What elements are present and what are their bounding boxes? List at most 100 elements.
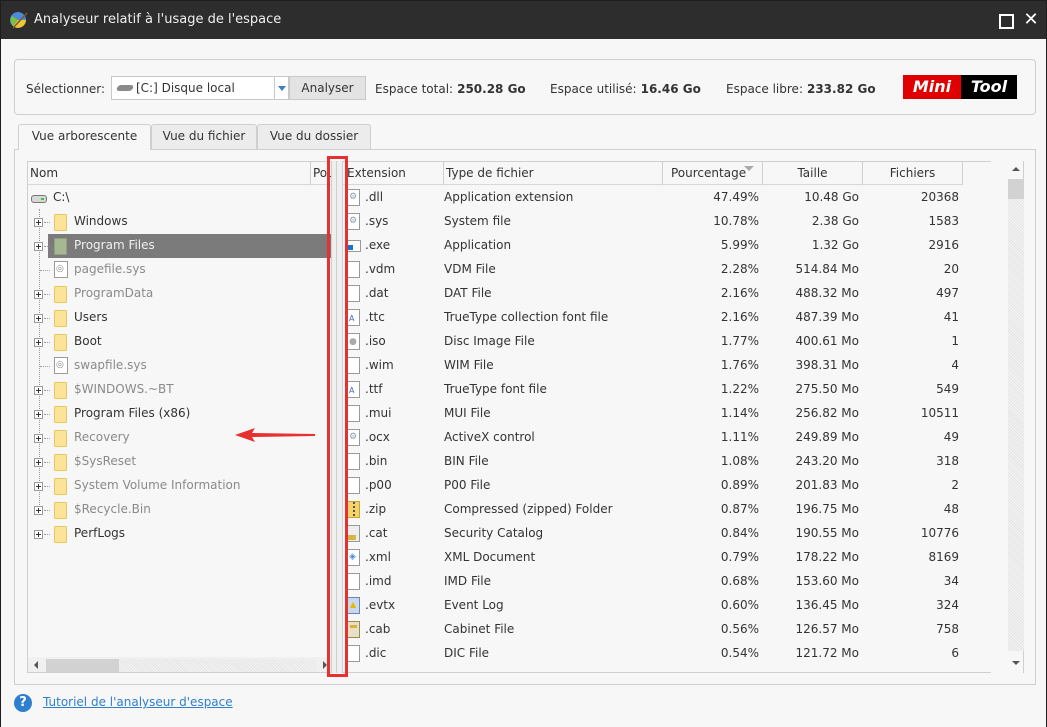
tree-item[interactable]: System Volume Information (28, 474, 332, 498)
tree-item[interactable]: ProgramData (28, 282, 332, 306)
table-row[interactable]: .ttc TrueType collection font file 2.16% 48… (343, 306, 963, 330)
tree-item[interactable]: $Recycle.Bin (28, 498, 332, 522)
tree-item[interactable]: swapfile.sys (28, 354, 332, 378)
used-space-value: 16.46 Go (640, 82, 701, 96)
tree-connector (44, 246, 50, 247)
vertical-scrollbar[interactable] (991, 161, 1024, 673)
tree-item[interactable]: Program Files (28, 234, 332, 258)
expand-icon[interactable] (34, 242, 43, 251)
scroll-down-arrow[interactable] (1012, 661, 1020, 665)
cell-size: 275.50 Mo (795, 382, 860, 396)
table-row[interactable]: .xml XML Document 0.79% 178.22 Mo 8169 (343, 546, 963, 570)
table-row[interactable]: .dat DAT File 2.16% 488.32 Mo 497 (343, 282, 963, 306)
free-space: Espace libre: 233.82 Go (726, 82, 876, 96)
cell-file-type: Compressed (zipped) Folder (444, 502, 613, 516)
horizontal-scrollbar[interactable] (28, 657, 332, 672)
main-content: Sélectionner: [C:] Disque local Analyser… (1, 39, 1046, 727)
scroll-up-arrow[interactable] (1012, 167, 1020, 171)
tree-item[interactable]: Users (28, 306, 332, 330)
tree-item-label: Users (74, 310, 108, 324)
table-row[interactable]: .bin BIN File 1.08% 243.20 Mo 318 (343, 450, 963, 474)
tab-panel: Nom Pou C:\ Windows Program Files pagefile… (14, 149, 1036, 685)
table-row[interactable]: .vdm VDM File 2.28% 514.84 Mo 20 (343, 258, 963, 282)
cell-extension: .dic (365, 646, 387, 660)
expand-icon[interactable] (34, 386, 43, 395)
column-extension[interactable]: Extension (343, 162, 444, 185)
hard-drive-icon (31, 195, 47, 203)
expand-icon[interactable] (34, 482, 43, 491)
column-divider[interactable] (310, 162, 311, 185)
tree-item[interactable]: $SysReset (28, 450, 332, 474)
free-space-label: Espace libre: (726, 82, 803, 96)
tree-item[interactable]: pagefile.sys (28, 258, 332, 282)
tree-item-label: Recovery (74, 430, 130, 444)
tab-file-view[interactable]: Vue du fichier (151, 124, 257, 149)
expand-icon[interactable] (34, 314, 43, 323)
cell-files: 318 (936, 454, 959, 468)
column-name[interactable]: Nom (30, 166, 58, 180)
scroll-right-arrow[interactable] (323, 661, 327, 669)
expand-icon[interactable] (34, 530, 43, 539)
expand-icon[interactable] (34, 434, 43, 443)
table-row[interactable]: .imd IMD File 0.68% 153.60 Mo 34 (343, 570, 963, 594)
help-icon[interactable]: ? (14, 694, 32, 712)
close-button[interactable]: ✕ (1020, 9, 1042, 31)
column-percent[interactable]: Pourcentage (663, 162, 763, 185)
cell-size: 126.57 Mo (795, 622, 860, 636)
scroll-thumb[interactable] (46, 659, 119, 672)
tree-item[interactable]: PerfLogs (28, 522, 332, 546)
cell-extension: .cat (365, 526, 388, 540)
table-row[interactable]: .cab Cabinet File 0.56% 126.57 Mo 758 (343, 618, 963, 642)
settings-file-icon (347, 213, 360, 230)
cell-percent: 0.79% (720, 550, 759, 564)
tree-item[interactable]: Program Files (x86) (28, 402, 332, 426)
tree-item[interactable]: Windows (28, 210, 332, 234)
tab-tree-view[interactable]: Vue arborescente (18, 124, 151, 150)
table-row[interactable]: .ocx ActiveX control 1.11% 249.89 Mo 49 (343, 426, 963, 450)
cabinet-file-icon (347, 621, 360, 638)
table-row[interactable]: .mui MUI File 1.14% 256.82 Mo 10511 (343, 402, 963, 426)
tree-root[interactable]: C:\ (28, 186, 332, 210)
cell-file-type: DIC File (444, 646, 490, 660)
tree-item[interactable]: $WINDOWS.~BT (28, 378, 332, 402)
expand-icon[interactable] (34, 458, 43, 467)
analyze-button[interactable]: Analyser (289, 76, 366, 100)
drive-select[interactable]: [C:] Disque local (111, 76, 289, 100)
cell-files: 20 (943, 262, 959, 276)
tab-folder-view[interactable]: Vue du dossier (257, 124, 371, 149)
scroll-thumb[interactable] (1008, 179, 1024, 199)
red-arrow-icon (235, 428, 315, 442)
scroll-left-arrow[interactable] (34, 661, 38, 669)
expand-icon[interactable] (34, 218, 43, 227)
tree-connector (44, 438, 50, 439)
column-percent[interactable]: Pou (313, 166, 332, 180)
cell-size: 10.48 Go (804, 190, 859, 204)
expand-icon[interactable] (34, 410, 43, 419)
table-row[interactable]: .iso Disc Image File 1.77% 400.61 Mo 1 (343, 330, 963, 354)
column-files[interactable]: Fichiers (863, 162, 963, 185)
column-file-type[interactable]: Type de fichier (444, 162, 663, 185)
table-row[interactable]: .dll Application extension 47.49% 10.48 Go 2… (343, 186, 963, 210)
table-row[interactable]: .ttf TrueType font file 1.22% 275.50 Mo 549 (343, 378, 963, 402)
table-row[interactable]: .wim WIM File 1.76% 398.31 Mo 4 (343, 354, 963, 378)
expand-icon[interactable] (34, 338, 43, 347)
pane-splitter[interactable] (331, 161, 343, 673)
table-row[interactable]: .cat Security Catalog 0.84% 190.55 Mo 10776 (343, 522, 963, 546)
table-row[interactable]: .exe Application 5.99% 1.32 Go 2916 (343, 234, 963, 258)
expand-icon[interactable] (34, 290, 43, 299)
cell-extension: .cab (365, 622, 391, 636)
expand-icon[interactable] (34, 506, 43, 515)
table-row[interactable]: .p00 P00 File 0.89% 201.83 Mo 2 (343, 474, 963, 498)
table-row[interactable]: .evtx Event Log 0.60% 136.45 Mo 324 (343, 594, 963, 618)
table-row[interactable]: .dic DIC File 0.54% 121.72 Mo 6 (343, 642, 963, 666)
scroll-track[interactable] (1008, 179, 1024, 651)
cell-extension: .wim (365, 358, 394, 372)
table-row[interactable]: .sys System file 10.78% 2.38 Go 1583 (343, 210, 963, 234)
column-size[interactable]: Taille (763, 162, 863, 185)
maximize-button[interactable] (994, 9, 1016, 31)
chevron-down-icon[interactable] (274, 77, 288, 99)
cell-file-type: IMD File (444, 574, 492, 588)
tree-item[interactable]: Boot (28, 330, 332, 354)
table-row[interactable]: .zip Compressed (zipped) Folder 0.87% 196.7… (343, 498, 963, 522)
tutorial-link[interactable]: Tutoriel de l'analyseur d'espace (43, 695, 233, 709)
